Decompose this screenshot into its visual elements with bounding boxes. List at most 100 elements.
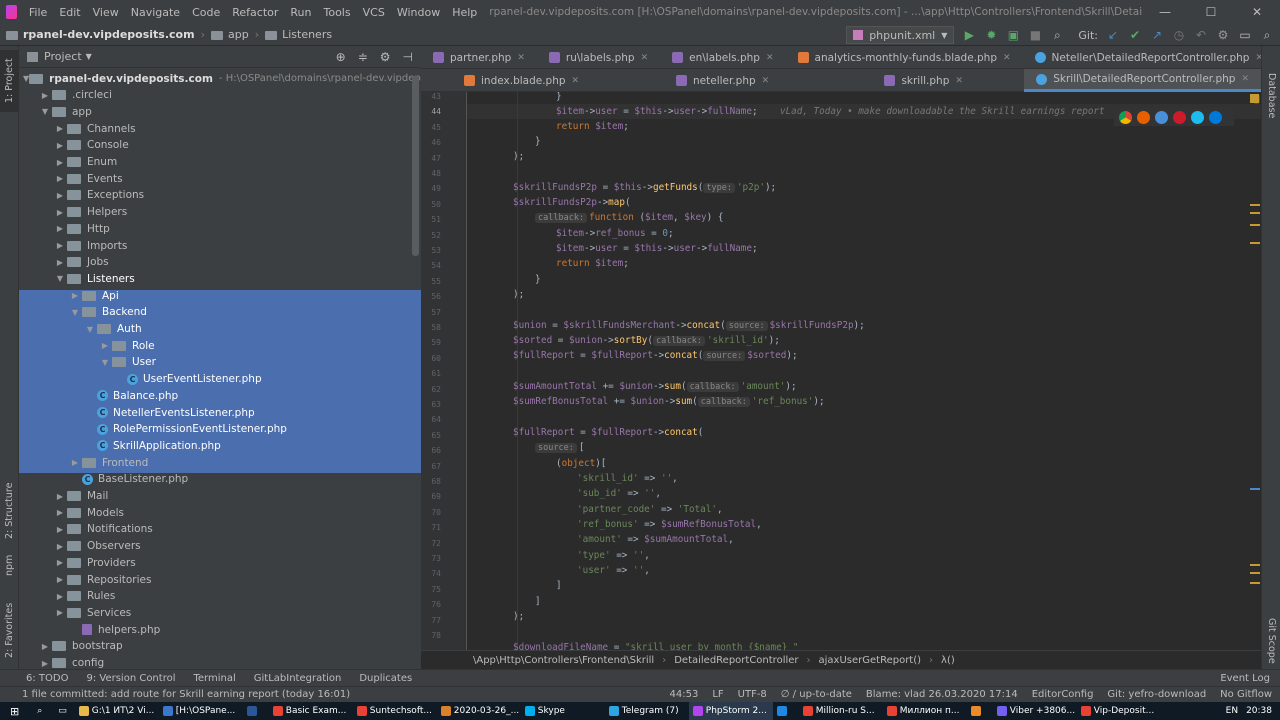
line-number[interactable]: 59 <box>421 335 441 350</box>
firefox-icon[interactable] <box>1137 110 1150 124</box>
close-button[interactable]: ✕ <box>1234 5 1280 19</box>
tool-tab-database[interactable]: Database <box>1262 66 1280 126</box>
tree-item[interactable]: ▶ Channels <box>19 120 421 137</box>
menu-refactor[interactable]: Refactor <box>226 6 284 19</box>
tree-item[interactable]: C RolePermissionEventListener.php <box>19 421 421 438</box>
editor-tab[interactable]: skrill.php ✕ <box>823 69 1024 92</box>
tree-item[interactable]: ▶ Mail <box>19 488 421 505</box>
tree-item[interactable]: C Balance.php <box>19 387 421 404</box>
editor-config[interactable]: EditorConfig <box>1032 689 1094 700</box>
line-number[interactable]: 62 <box>421 382 441 397</box>
taskbar-app[interactable]: Telegram (7) <box>605 702 689 720</box>
tree-item[interactable]: C BaseListener.php <box>19 471 421 488</box>
editor-crumb-method[interactable]: ajaxUserGetReport() <box>819 655 922 666</box>
editor-tab[interactable]: Neteller\DetailedReportController.php ✕ <box>1023 46 1275 69</box>
chevron-right-icon[interactable]: ▶ <box>53 158 67 167</box>
tree-item[interactable]: ▶ Repositories <box>19 571 421 588</box>
tree-item[interactable]: ▶ Models <box>19 504 421 521</box>
hide-icon[interactable]: ⊣ <box>403 50 413 64</box>
close-tab-icon[interactable]: ✕ <box>1241 74 1249 84</box>
taskbar-app[interactable]: 2020-03-26_... <box>437 702 521 720</box>
tree-item[interactable]: ▼ rpanel-dev.vipdeposits.com - H:\OSPanel\… <box>19 70 421 87</box>
taskbar-app[interactable]: Skype <box>521 702 605 720</box>
tree-item[interactable]: ▶ Rules <box>19 588 421 605</box>
tree-item[interactable]: ▶ Helpers <box>19 204 421 221</box>
line-number[interactable]: 74 <box>421 566 441 581</box>
editor-tab[interactable]: neteller.php ✕ <box>622 69 823 92</box>
breadcrumb-app[interactable]: app <box>228 28 249 41</box>
menu-navigate[interactable]: Navigate <box>125 6 186 19</box>
menu-run[interactable]: Run <box>284 6 317 19</box>
editor-tab[interactable]: Skrill\DetailedReportController.php ✕ <box>1024 69 1262 92</box>
line-number[interactable]: 47 <box>421 151 441 166</box>
warning-marker[interactable] <box>1250 564 1260 566</box>
git-push-icon[interactable]: ↗ <box>1150 28 1164 42</box>
chevron-down-icon[interactable]: ▼ <box>53 274 67 283</box>
tree-item[interactable]: ▶ Role <box>19 337 421 354</box>
taskbar-app[interactable] <box>967 702 993 720</box>
chrome-icon[interactable] <box>1119 110 1132 124</box>
taskbar-app[interactable] <box>773 702 799 720</box>
internet-explorer-icon[interactable] <box>1191 110 1204 124</box>
editor-tab[interactable]: index.blade.php ✕ <box>421 69 622 92</box>
taskbar-app[interactable]: PhpStorm 2... <box>688 702 773 720</box>
tool-tab-version-control[interactable]: 9: Version Control <box>86 673 175 684</box>
chevron-down-icon[interactable]: ▼ <box>68 308 82 317</box>
warning-marker[interactable] <box>1250 242 1260 244</box>
editor-tab[interactable]: partner.php ✕ <box>421 46 537 69</box>
blame-info[interactable]: Blame: vlad 26.03.2020 17:14 <box>866 689 1018 700</box>
taskbar-app[interactable]: Viber +3806... <box>993 702 1077 720</box>
line-number[interactable]: 44 <box>421 104 441 119</box>
tree-item[interactable]: ▼ Backend <box>19 304 421 321</box>
tree-item[interactable]: C NetellerEventsListener.php <box>19 404 421 421</box>
close-tab-icon[interactable]: ✕ <box>1003 53 1011 63</box>
search-icon[interactable]: ⌕ <box>1260 28 1274 43</box>
line-number[interactable]: 65 <box>421 428 441 443</box>
chevron-right-icon[interactable]: ▶ <box>68 291 82 300</box>
gear-icon[interactable]: ⚙ <box>380 50 391 64</box>
line-number[interactable]: 50 <box>421 197 441 212</box>
line-number[interactable]: 45 <box>421 120 441 135</box>
line-number[interactable]: 78 <box>421 628 441 643</box>
tray-language[interactable]: EN <box>1226 706 1238 716</box>
tree-item[interactable]: C UserEventListener.php <box>19 371 421 388</box>
line-number[interactable]: 72 <box>421 536 441 551</box>
line-number[interactable]: 71 <box>421 520 441 535</box>
tree-item[interactable]: ▶ Imports <box>19 237 421 254</box>
line-number[interactable]: 73 <box>421 551 441 566</box>
line-number[interactable]: 53 <box>421 243 441 258</box>
line-number[interactable]: 58 <box>421 320 441 335</box>
maximize-button[interactable]: ☐ <box>1188 5 1234 19</box>
chevron-right-icon[interactable]: ▶ <box>38 91 52 100</box>
line-number[interactable]: 75 <box>421 582 441 597</box>
run-config-select[interactable]: phpunit.xml ▼ <box>846 26 955 44</box>
git-branch[interactable]: Git: yefro-download <box>1107 689 1206 700</box>
tree-item[interactable]: ▶ .circleci <box>19 87 421 104</box>
editor-crumb-class[interactable]: DetailedReportController <box>674 655 798 666</box>
editor-crumb-namespace[interactable]: \App\Http\Controllers\Frontend\Skrill <box>473 655 654 666</box>
chevron-right-icon[interactable]: ▶ <box>68 458 82 467</box>
line-number[interactable]: 64 <box>421 412 441 427</box>
tree-item[interactable]: ▼ app <box>19 103 421 120</box>
chevron-down-icon[interactable]: ▼ <box>98 358 112 367</box>
taskbar-app[interactable]: G:\1 ИТ\2 Vi... <box>75 702 159 720</box>
line-number[interactable]: 77 <box>421 613 441 628</box>
warning-marker[interactable] <box>1250 212 1260 214</box>
tool-tab-gitlab-integration[interactable]: GitLabIntegration <box>254 673 342 684</box>
tree-item[interactable]: ▶ Http <box>19 220 421 237</box>
taskbar-app[interactable]: Миллион п... <box>883 702 967 720</box>
chevron-down-icon[interactable]: ▼ <box>83 325 97 334</box>
menu-code[interactable]: Code <box>186 6 226 19</box>
chevron-right-icon[interactable]: ▶ <box>53 608 67 617</box>
git-update-icon[interactable]: ↙ <box>1106 28 1120 42</box>
editor-crumb-lambda[interactable]: λ() <box>941 655 955 666</box>
chevron-right-icon[interactable]: ▶ <box>38 642 52 651</box>
locate-icon[interactable]: ⊕ <box>336 50 346 64</box>
chevron-right-icon[interactable]: ▶ <box>53 508 67 517</box>
editor-tab[interactable]: en\labels.php ✕ <box>660 46 785 69</box>
line-number[interactable]: 70 <box>421 505 441 520</box>
line-number[interactable]: 43 <box>421 92 441 104</box>
line-number[interactable]: 76 <box>421 597 441 612</box>
chevron-right-icon[interactable]: ▶ <box>98 341 112 350</box>
breadcrumb-listeners[interactable]: Listeners <box>282 28 332 41</box>
